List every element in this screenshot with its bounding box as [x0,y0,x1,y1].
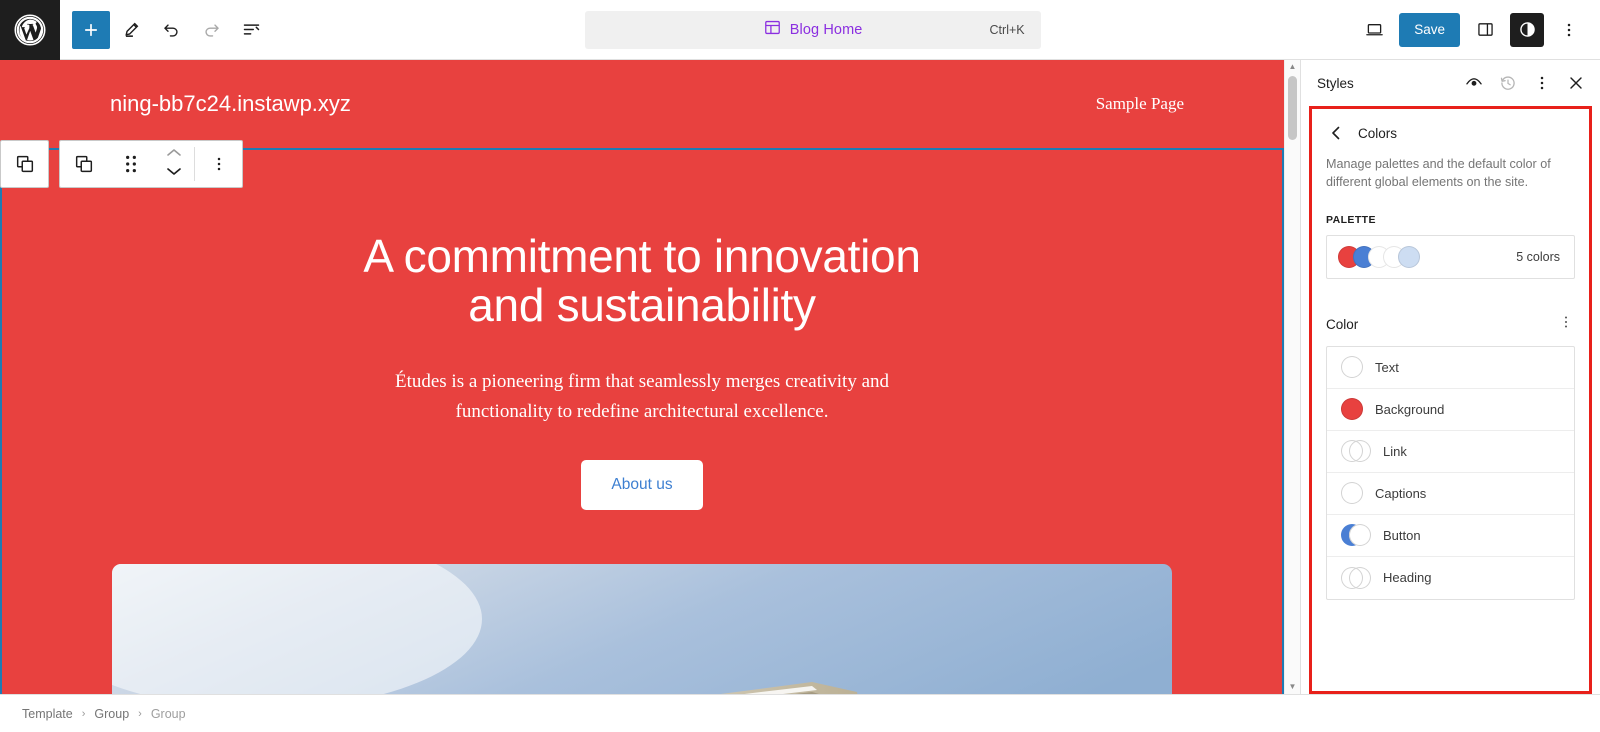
swatch-captions [1341,482,1363,504]
about-us-button[interactable]: About us [581,460,703,511]
view-device-icon[interactable] [1355,11,1393,49]
group-blocks-icon[interactable] [1,141,48,187]
palette-row[interactable]: 5 colors [1326,234,1575,279]
editor-canvas-area: ning-bb7c24.instawp.xyz Sample Page A co… [0,60,1300,694]
chevron-down-icon[interactable] [165,164,183,182]
panel-title: Colors [1358,125,1398,141]
block-options-kebab-icon[interactable] [195,141,242,187]
colors-panel: Colors Manage palettes and the default c… [1309,106,1592,694]
panel-navigation: Colors [1326,125,1575,141]
kebab-menu-icon[interactable] [1550,11,1588,49]
styles-options-kebab-icon[interactable] [1526,67,1558,99]
color-item-heading[interactable]: Heading [1327,557,1574,599]
scrollbar-thumb[interactable] [1288,76,1297,140]
command-shortcut-hint: Ctrl+K [989,22,1025,37]
palette-swatch-stack [1338,245,1420,268]
color-item-label: Button [1383,527,1421,543]
drag-dots-icon[interactable] [107,141,154,187]
breadcrumb-item-template[interactable]: Template [22,707,73,721]
color-section-label: Color [1326,316,1359,332]
color-item-captions[interactable]: Captions [1327,473,1574,515]
color-item-background[interactable]: Background [1327,389,1574,431]
color-section-header: Color [1326,313,1575,336]
block-toolbar [0,140,243,188]
edit-tool-button[interactable] [112,11,150,49]
close-x-icon[interactable] [1560,67,1592,99]
save-button[interactable]: Save [1399,12,1460,47]
site-preview-canvas[interactable]: ning-bb7c24.instawp.xyz Sample Page A co… [0,60,1284,694]
editor-top-bar: Blog Home Ctrl+K Save [0,0,1600,60]
site-editor-app: Blog Home Ctrl+K Save ning-bb7c24.instaw… [0,0,1600,732]
block-type-group-icon[interactable] [60,141,107,187]
editor-body: ning-bb7c24.instawp.xyz Sample Page A co… [0,60,1600,694]
color-item-button[interactable]: Button [1327,515,1574,557]
canvas-scrollbar[interactable]: ▲ ▼ [1284,60,1300,694]
document-title: Blog Home [789,21,863,38]
swatch-button [1341,524,1371,546]
palette-swatch-5 [1398,245,1420,268]
palette-count-label: 5 colors [1516,249,1560,264]
color-section-kebab-icon[interactable] [1557,313,1575,336]
breadcrumb-separator: › [81,707,86,720]
breadcrumb-separator: › [138,707,142,720]
site-title: ning-bb7c24.instawp.xyz [110,91,351,116]
chevron-up-icon[interactable] [165,146,183,164]
color-item-text[interactable]: Text [1327,347,1574,389]
swatch-heading [1341,566,1371,589]
styles-sidebar-title: Styles [1317,75,1354,91]
hero-paragraph: Études is a pioneering firm that seamles… [394,371,890,422]
hero-heading: A commitment to innovation and sustainab… [332,230,952,332]
color-item-label: Captions [1375,485,1427,501]
color-item-label: Link [1383,443,1407,459]
history-clock-icon[interactable] [1492,67,1524,99]
selected-group-block[interactable]: A commitment to innovation and sustainab… [0,148,1284,694]
breadcrumb-item-group-1[interactable]: Group [94,707,129,721]
block-movers [154,141,194,187]
document-overview-icon[interactable] [232,11,270,49]
document-command-bar[interactable]: Blog Home Ctrl+K [584,10,1041,49]
contrast-circle-icon[interactable] [1510,12,1544,47]
top-bar-right-tools: Save [1355,0,1600,59]
swatch-background [1341,398,1363,420]
nav-link-sample-page[interactable]: Sample Page [1096,94,1184,114]
block-inserter-button[interactable] [72,10,110,49]
color-item-label: Background [1375,401,1445,417]
swatch-link [1341,440,1371,462]
parent-block-selector-group [0,140,49,188]
color-elements-list: Text Background Link Captions Button Hea… [1326,345,1575,600]
template-layout-icon [763,18,782,42]
color-item-label: Text [1375,359,1399,375]
block-controls-group [59,140,243,188]
architectural-building-photo [112,564,1172,694]
hero-section: A commitment to innovation and sustainab… [2,150,1282,694]
breadcrumb: Template › Group › Group [0,694,1600,732]
hero-heading-line1: A commitment to innovation [363,230,921,282]
hero-heading-line2: and sustainability [468,279,816,332]
redo-button[interactable] [192,11,230,49]
color-item-label: Heading [1383,570,1432,585]
swatch-text [1341,356,1363,378]
scroll-up-arrow-icon[interactable]: ▲ [1289,63,1297,71]
undo-button[interactable] [152,11,190,49]
color-item-link[interactable]: Link [1327,431,1574,473]
site-header-block[interactable]: ning-bb7c24.instawp.xyz Sample Page [0,60,1284,148]
styles-sidebar-header: Styles [1301,60,1600,106]
breadcrumb-item-group-2[interactable]: Group [151,707,186,721]
styles-sidebar: Styles Colors Manage palettes and the de… [1300,60,1600,694]
top-bar-left-tools [60,0,270,59]
chevron-left-icon[interactable] [1326,125,1346,141]
wordpress-logo-icon[interactable] [0,0,60,60]
eye-icon[interactable] [1458,67,1490,99]
panel-description: Manage palettes and the default color of… [1326,157,1551,190]
top-bar-center: Blog Home Ctrl+K [270,0,1355,59]
scroll-down-arrow-icon[interactable]: ▼ [1289,683,1297,691]
palette-section-label: PALETTE [1326,213,1376,226]
sidebar-panel-icon[interactable] [1466,11,1504,49]
